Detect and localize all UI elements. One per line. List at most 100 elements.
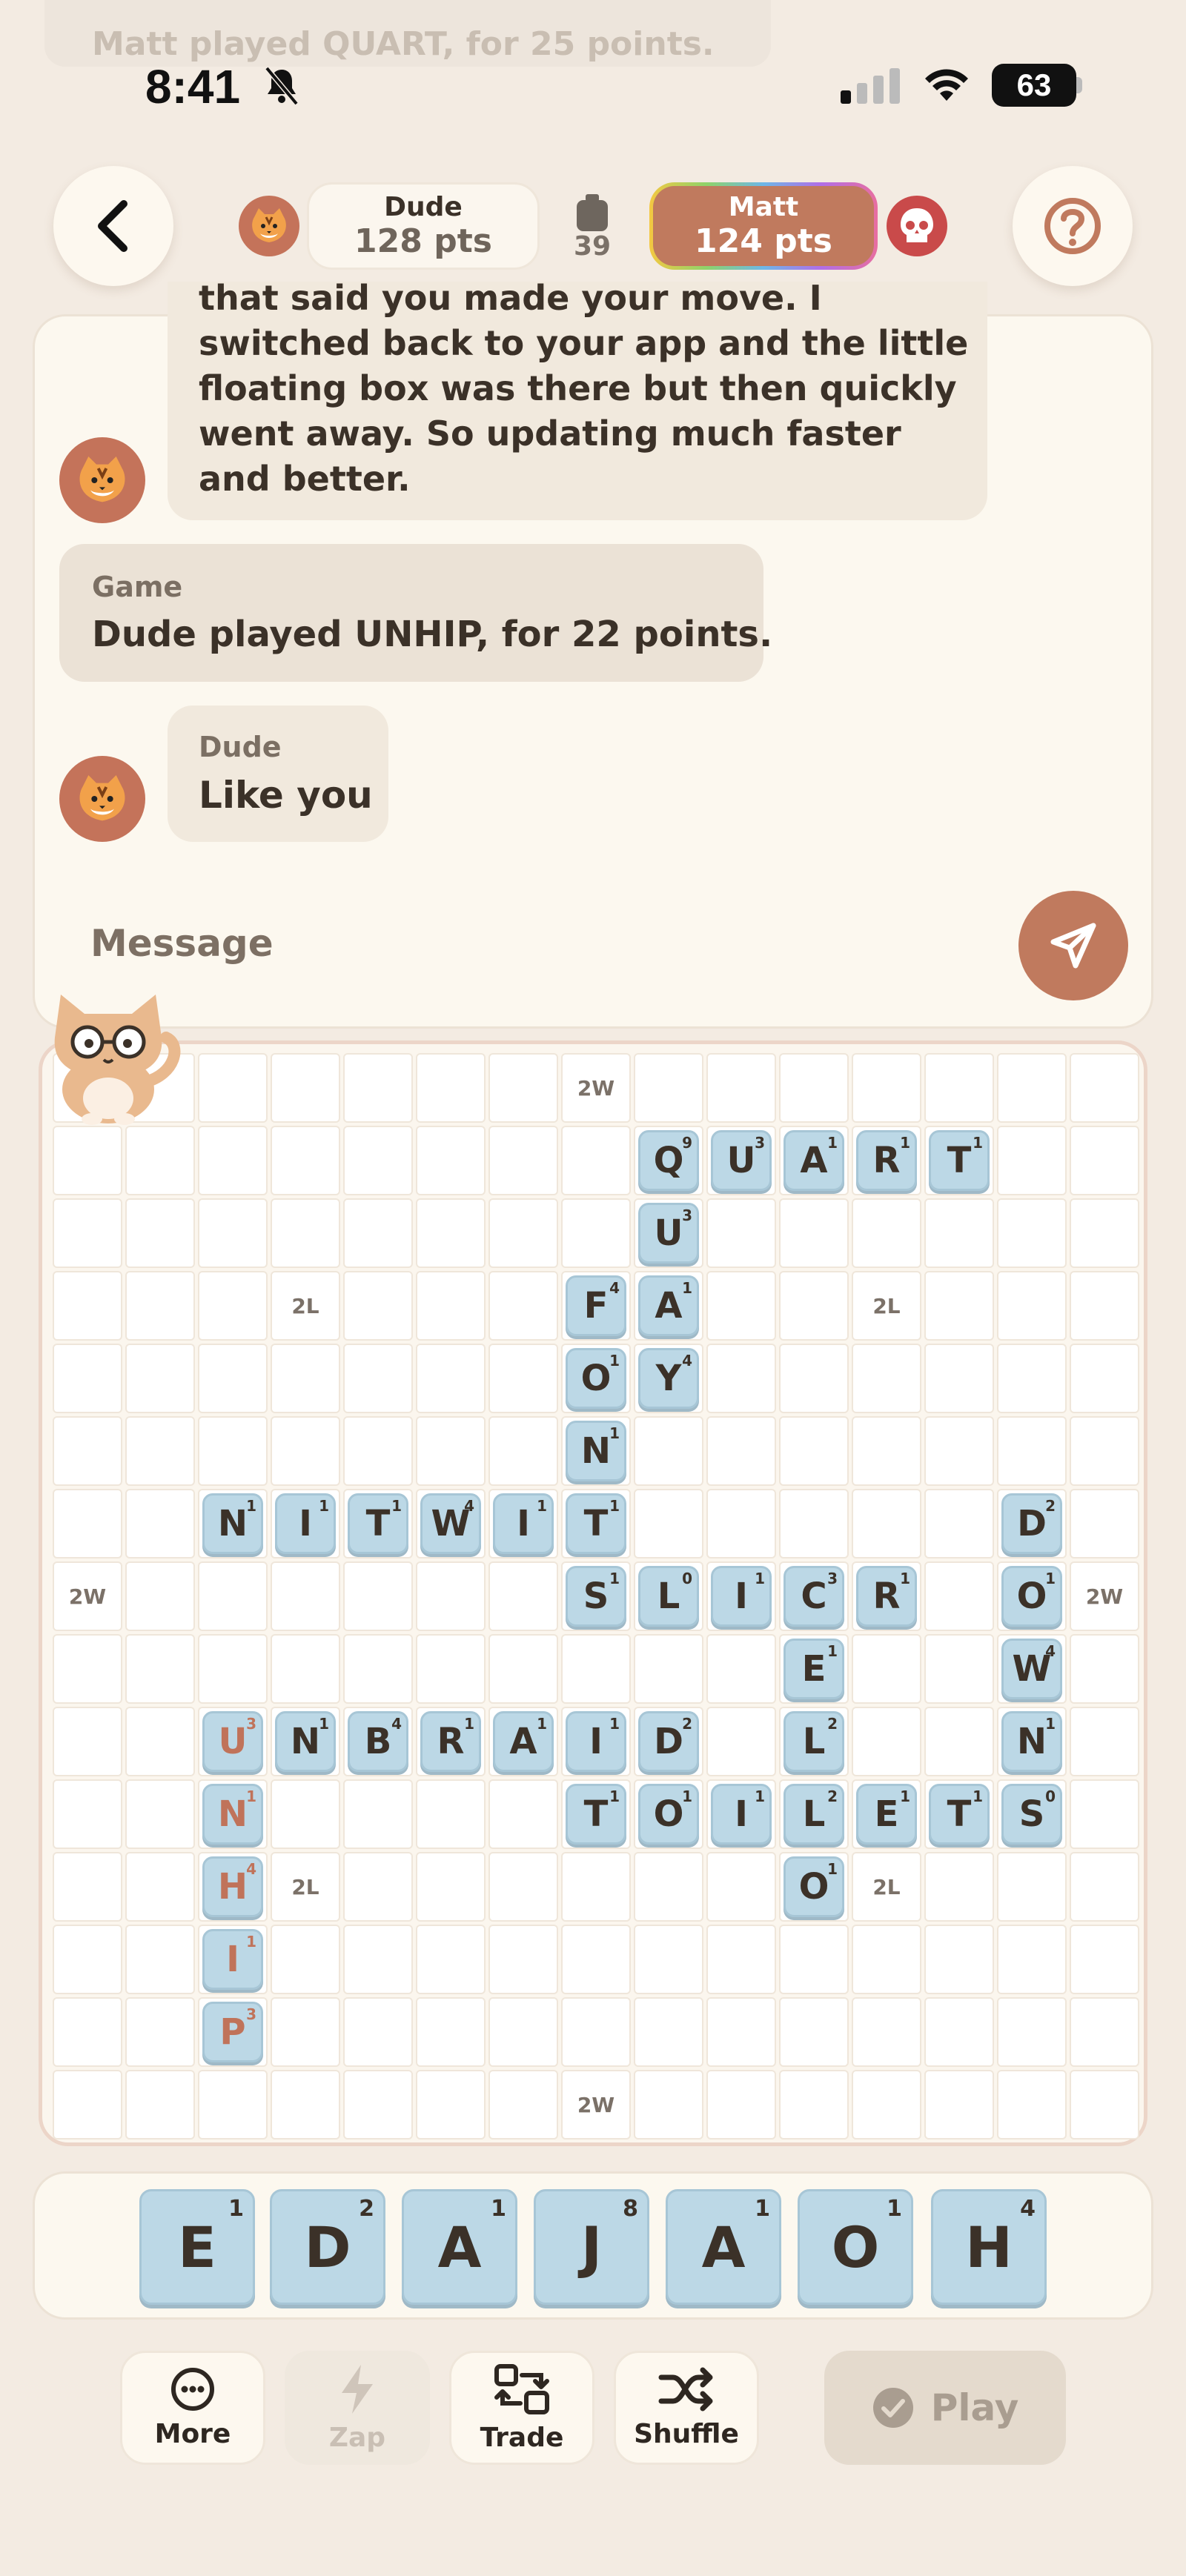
board-cell[interactable] [53, 1416, 122, 1486]
board-cell[interactable] [416, 1126, 486, 1195]
board-cell[interactable] [1070, 1634, 1139, 1704]
board-cell[interactable]: O1 [997, 1561, 1067, 1631]
board-cell[interactable]: E1 [779, 1634, 849, 1704]
board-cell[interactable]: I1 [706, 1779, 776, 1849]
board-cell[interactable] [997, 1852, 1067, 1922]
board-cell[interactable]: E1 [852, 1779, 921, 1849]
board-cell[interactable] [561, 1126, 631, 1195]
board-cell[interactable] [488, 1852, 558, 1922]
board-cell[interactable] [852, 1997, 921, 2067]
board-cell[interactable]: T1 [924, 1779, 994, 1849]
board-cell[interactable]: R1 [852, 1126, 921, 1195]
board-cell[interactable] [561, 1925, 631, 1994]
board-cell[interactable] [271, 1997, 340, 2067]
zap-button[interactable]: Zap [285, 2351, 430, 2465]
board-cell[interactable] [271, 1344, 340, 1413]
board-cell[interactable] [343, 1271, 413, 1341]
board-cell[interactable] [416, 1053, 486, 1123]
board-cell[interactable] [488, 1344, 558, 1413]
board-cell[interactable] [706, 1489, 776, 1558]
board-cell[interactable] [125, 1634, 195, 1704]
board-cell[interactable] [706, 1707, 776, 1776]
rack-tile[interactable]: A1 [402, 2189, 517, 2305]
rack-tile[interactable]: A1 [666, 2189, 781, 2305]
board-cell[interactable] [53, 1198, 122, 1268]
board-cell[interactable] [561, 1852, 631, 1922]
board-cell[interactable] [343, 1779, 413, 1849]
board-cell[interactable] [416, 1198, 486, 1268]
board-cell[interactable]: U3 [706, 1126, 776, 1195]
board-cell[interactable] [125, 1126, 195, 1195]
board-cell[interactable] [198, 1271, 268, 1341]
board-cell[interactable] [1070, 1053, 1139, 1123]
board-cell[interactable]: T1 [561, 1779, 631, 1849]
board-cell[interactable] [924, 1997, 994, 2067]
board-cell[interactable] [634, 1416, 703, 1486]
board-cell[interactable] [779, 1925, 849, 1994]
board-cell[interactable]: 2L [271, 1271, 340, 1341]
board-cell[interactable]: A1 [634, 1271, 703, 1341]
board-cell[interactable] [125, 1271, 195, 1341]
board-cell[interactable] [779, 1271, 849, 1341]
board-cell[interactable] [1070, 1852, 1139, 1922]
board-cell[interactable] [706, 1634, 776, 1704]
board-cell[interactable] [852, 1053, 921, 1123]
board-cell[interactable] [634, 1053, 703, 1123]
board-cell[interactable] [198, 1634, 268, 1704]
board-cell[interactable] [343, 1561, 413, 1631]
board-cell[interactable] [779, 1344, 849, 1413]
board-cell[interactable] [997, 1997, 1067, 2067]
board-cell[interactable] [924, 1271, 994, 1341]
board-cell[interactable]: U3 [634, 1198, 703, 1268]
board-cell[interactable] [488, 1997, 558, 2067]
board-cell[interactable] [53, 1997, 122, 2067]
board-cell[interactable] [125, 1852, 195, 1922]
board-cell[interactable] [271, 1925, 340, 1994]
board-cell[interactable] [779, 1997, 849, 2067]
board-cell[interactable] [53, 1925, 122, 1994]
board-cell[interactable] [852, 1344, 921, 1413]
board-cell[interactable] [852, 1634, 921, 1704]
board-cell[interactable] [343, 1925, 413, 1994]
board-cell[interactable] [125, 1489, 195, 1558]
board-cell[interactable] [488, 1416, 558, 1486]
board-cell[interactable]: L2 [779, 1779, 849, 1849]
board-cell[interactable]: A1 [779, 1126, 849, 1195]
game-board[interactable]: 2W Q 9 U 3 A 1 R 1 T 1 U 3 2L F 4 A 1 2L O 1 Y 4 N 1 N 1 I 1 T 1 W 4 I 1 T 1… [39, 1040, 1147, 2146]
board-cell[interactable] [416, 1997, 486, 2067]
board-cell[interactable] [997, 1198, 1067, 1268]
board-cell[interactable] [1070, 2070, 1139, 2140]
board-cell[interactable] [488, 2070, 558, 2140]
board-cell[interactable] [125, 1561, 195, 1631]
board-cell[interactable] [1070, 1416, 1139, 1486]
board-cell[interactable]: N1 [198, 1489, 268, 1558]
board-cell[interactable] [924, 1852, 994, 1922]
board-cell[interactable] [997, 1344, 1067, 1413]
back-button[interactable] [53, 166, 173, 286]
board-cell[interactable]: 2W [1070, 1561, 1139, 1631]
board-cell[interactable]: 2L [852, 1271, 921, 1341]
board-cell[interactable] [1070, 1707, 1139, 1776]
board-cell[interactable] [125, 1779, 195, 1849]
board-cell[interactable]: R1 [416, 1707, 486, 1776]
board-cell[interactable] [852, 1489, 921, 1558]
board-cell[interactable]: C3 [779, 1561, 849, 1631]
board-cell[interactable] [53, 1126, 122, 1195]
board-cell[interactable] [779, 1053, 849, 1123]
board-cell[interactable] [416, 1271, 486, 1341]
board-cell[interactable] [924, 1561, 994, 1631]
board-cell[interactable]: U3 [198, 1707, 268, 1776]
board-cell[interactable] [271, 2070, 340, 2140]
board-cell[interactable] [53, 1707, 122, 1776]
board-cell[interactable] [779, 1416, 849, 1486]
board-cell[interactable]: Q9 [634, 1126, 703, 1195]
board-cell[interactable]: 2L [271, 1852, 340, 1922]
board-cell[interactable] [561, 1997, 631, 2067]
board-cell[interactable]: N1 [561, 1416, 631, 1486]
board-cell[interactable] [198, 1053, 268, 1123]
board-cell[interactable] [924, 1707, 994, 1776]
board-cell[interactable] [125, 1416, 195, 1486]
board-cell[interactable] [416, 1416, 486, 1486]
board-cell[interactable] [53, 1489, 122, 1558]
board-cell[interactable] [343, 1053, 413, 1123]
